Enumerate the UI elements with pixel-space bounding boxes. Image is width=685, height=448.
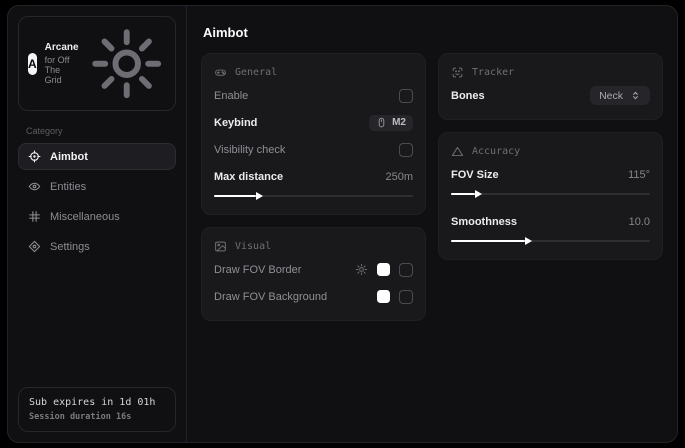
sidebar-item-miscellaneous[interactable]: Miscellaneous bbox=[18, 203, 176, 230]
enable-label: Enable bbox=[214, 90, 248, 102]
draw-fov-background-label: Draw FOV Background bbox=[214, 291, 327, 303]
sidebar-item-entities[interactable]: Entities bbox=[18, 173, 176, 200]
bones-select[interactable]: Neck bbox=[590, 86, 650, 105]
gamepad-icon bbox=[214, 66, 227, 79]
fov-border-color-swatch[interactable] bbox=[377, 263, 390, 276]
brand-name: Arcane bbox=[45, 42, 79, 53]
panel-columns: General Enable Keybind bbox=[201, 53, 663, 321]
general-panel: General Enable Keybind bbox=[201, 53, 426, 215]
smoothness-label: Smoothness bbox=[451, 216, 517, 228]
fov-size-value: 115° bbox=[628, 169, 650, 181]
max-distance-value: 250m bbox=[385, 171, 413, 183]
enable-checkbox[interactable] bbox=[399, 89, 413, 103]
mouse-icon bbox=[376, 117, 387, 128]
max-distance-label: Max distance bbox=[214, 171, 283, 183]
tracker-panel-title: Tracker bbox=[472, 67, 514, 78]
draw-fov-border-row: Draw FOV Border bbox=[214, 259, 413, 280]
visibility-check-label: Visibility check bbox=[214, 144, 285, 156]
draw-fov-border-checkbox[interactable] bbox=[399, 263, 413, 277]
session-duration-text: Session duration 16s bbox=[29, 412, 165, 422]
page-title: Aimbot bbox=[203, 25, 661, 40]
sidebar-item-label: Miscellaneous bbox=[50, 211, 120, 223]
visibility-check-checkbox[interactable] bbox=[399, 143, 413, 157]
draw-fov-border-controls bbox=[355, 263, 413, 277]
tracker-panel: Tracker Bones Neck bbox=[438, 53, 663, 120]
brand-logo: A bbox=[28, 53, 37, 75]
visual-panel: Visual Draw FOV Border bbox=[201, 227, 426, 321]
triangle-icon bbox=[451, 145, 464, 158]
slider-handle[interactable] bbox=[451, 240, 525, 242]
image-icon bbox=[214, 240, 227, 253]
grid-icon bbox=[28, 210, 41, 223]
fov-background-color-swatch[interactable] bbox=[377, 290, 390, 303]
slider-handle[interactable] bbox=[214, 195, 256, 197]
sidebar-item-label: Entities bbox=[50, 181, 86, 193]
bones-selected-value: Neck bbox=[599, 90, 623, 102]
max-distance-slider[interactable] bbox=[214, 191, 413, 201]
draw-fov-background-checkbox[interactable] bbox=[399, 290, 413, 304]
subscription-card: Sub expires in 1d 01h Session duration 1… bbox=[18, 387, 176, 432]
visual-panel-title: Visual bbox=[235, 241, 271, 252]
sidebar-item-aimbot[interactable]: Aimbot bbox=[18, 143, 176, 170]
accuracy-panel-title: Accuracy bbox=[472, 146, 520, 157]
brand-card: A Arcane for Off The Grid bbox=[18, 16, 176, 111]
bones-row: Bones Neck bbox=[451, 85, 650, 106]
app-window: A Arcane for Off The Grid Category Aimbo bbox=[7, 5, 678, 443]
smoothness-row: Smoothness 10.0 bbox=[451, 211, 650, 232]
keybind-row: Keybind M2 bbox=[214, 112, 413, 133]
tracker-panel-header: Tracker bbox=[451, 66, 650, 79]
keybind-value: M2 bbox=[392, 117, 406, 128]
brand-subtitle: for Off The Grid bbox=[45, 55, 79, 85]
fov-size-label: FOV Size bbox=[451, 169, 499, 181]
draw-fov-background-controls bbox=[377, 290, 413, 304]
keybind-button[interactable]: M2 bbox=[369, 115, 413, 131]
chevrons-up-down-icon bbox=[630, 90, 641, 101]
visibility-check-row: Visibility check bbox=[214, 139, 413, 160]
fov-size-slider[interactable] bbox=[451, 189, 650, 199]
smoothness-value: 10.0 bbox=[629, 216, 650, 228]
enable-row: Enable bbox=[214, 85, 413, 106]
brand-text: Arcane for Off The Grid bbox=[45, 42, 79, 85]
visual-panel-header: Visual bbox=[214, 240, 413, 253]
scan-face-icon bbox=[451, 66, 464, 79]
draw-fov-background-row: Draw FOV Background bbox=[214, 286, 413, 307]
sidebar-item-label: Aimbot bbox=[50, 151, 88, 163]
fov-size-row: FOV Size 115° bbox=[451, 164, 650, 185]
settings-diamond-icon bbox=[28, 240, 41, 253]
sub-expires-text: Sub expires in 1d 01h bbox=[29, 397, 165, 408]
category-label: Category bbox=[26, 126, 168, 136]
smoothness-slider[interactable] bbox=[451, 236, 650, 246]
left-column: General Enable Keybind bbox=[201, 53, 426, 321]
general-panel-title: General bbox=[235, 67, 277, 78]
crosshair-icon bbox=[28, 150, 41, 163]
right-column: Tracker Bones Neck bbox=[438, 53, 663, 260]
max-distance-row: Max distance 250m bbox=[214, 166, 413, 187]
keybind-label: Keybind bbox=[214, 117, 257, 129]
sidebar: A Arcane for Off The Grid Category Aimbo bbox=[8, 6, 187, 442]
main-content: Aimbot Genera bbox=[187, 6, 677, 442]
bones-label: Bones bbox=[451, 90, 485, 102]
slider-handle[interactable] bbox=[451, 193, 475, 195]
general-panel-header: General bbox=[214, 66, 413, 79]
accuracy-panel: Accuracy FOV Size 115° Smoothness 10.0 bbox=[438, 132, 663, 260]
draw-fov-border-label: Draw FOV Border bbox=[214, 264, 301, 276]
sidebar-item-label: Settings bbox=[50, 241, 90, 253]
gear-icon[interactable] bbox=[87, 24, 166, 103]
sidebar-item-settings[interactable]: Settings bbox=[18, 233, 176, 260]
accuracy-panel-header: Accuracy bbox=[451, 145, 650, 158]
eye-icon bbox=[28, 180, 41, 193]
gear-icon[interactable] bbox=[355, 263, 368, 276]
